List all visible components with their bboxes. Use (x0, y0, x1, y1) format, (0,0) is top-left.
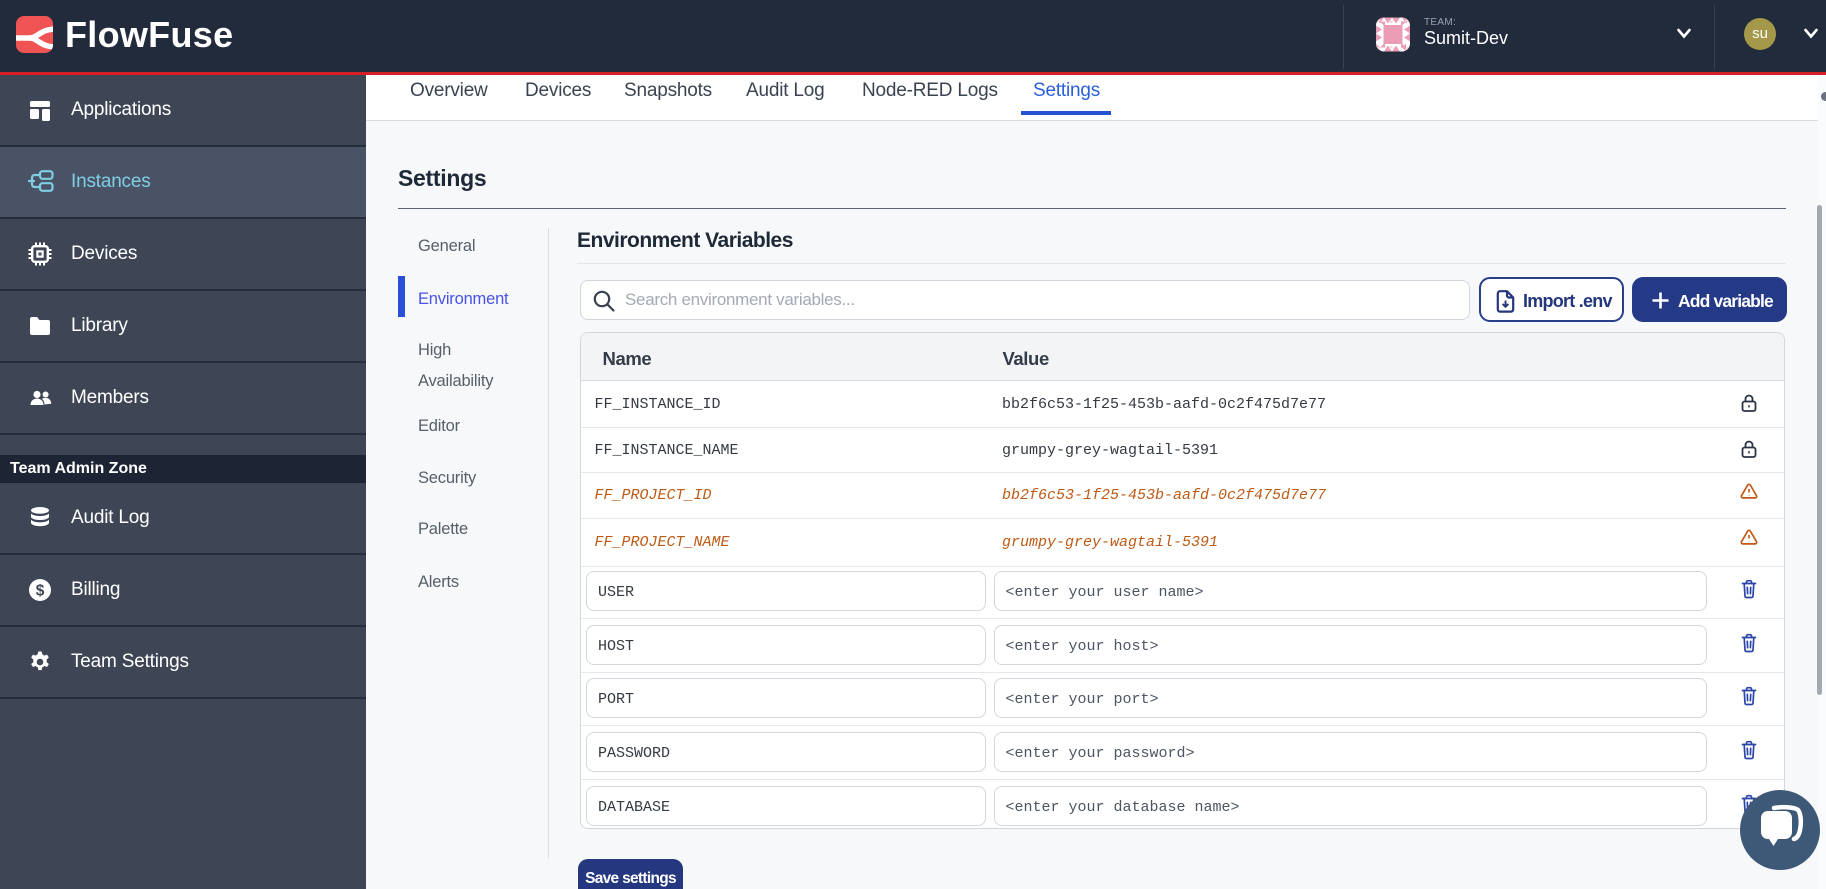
svg-text:$: $ (36, 583, 45, 600)
